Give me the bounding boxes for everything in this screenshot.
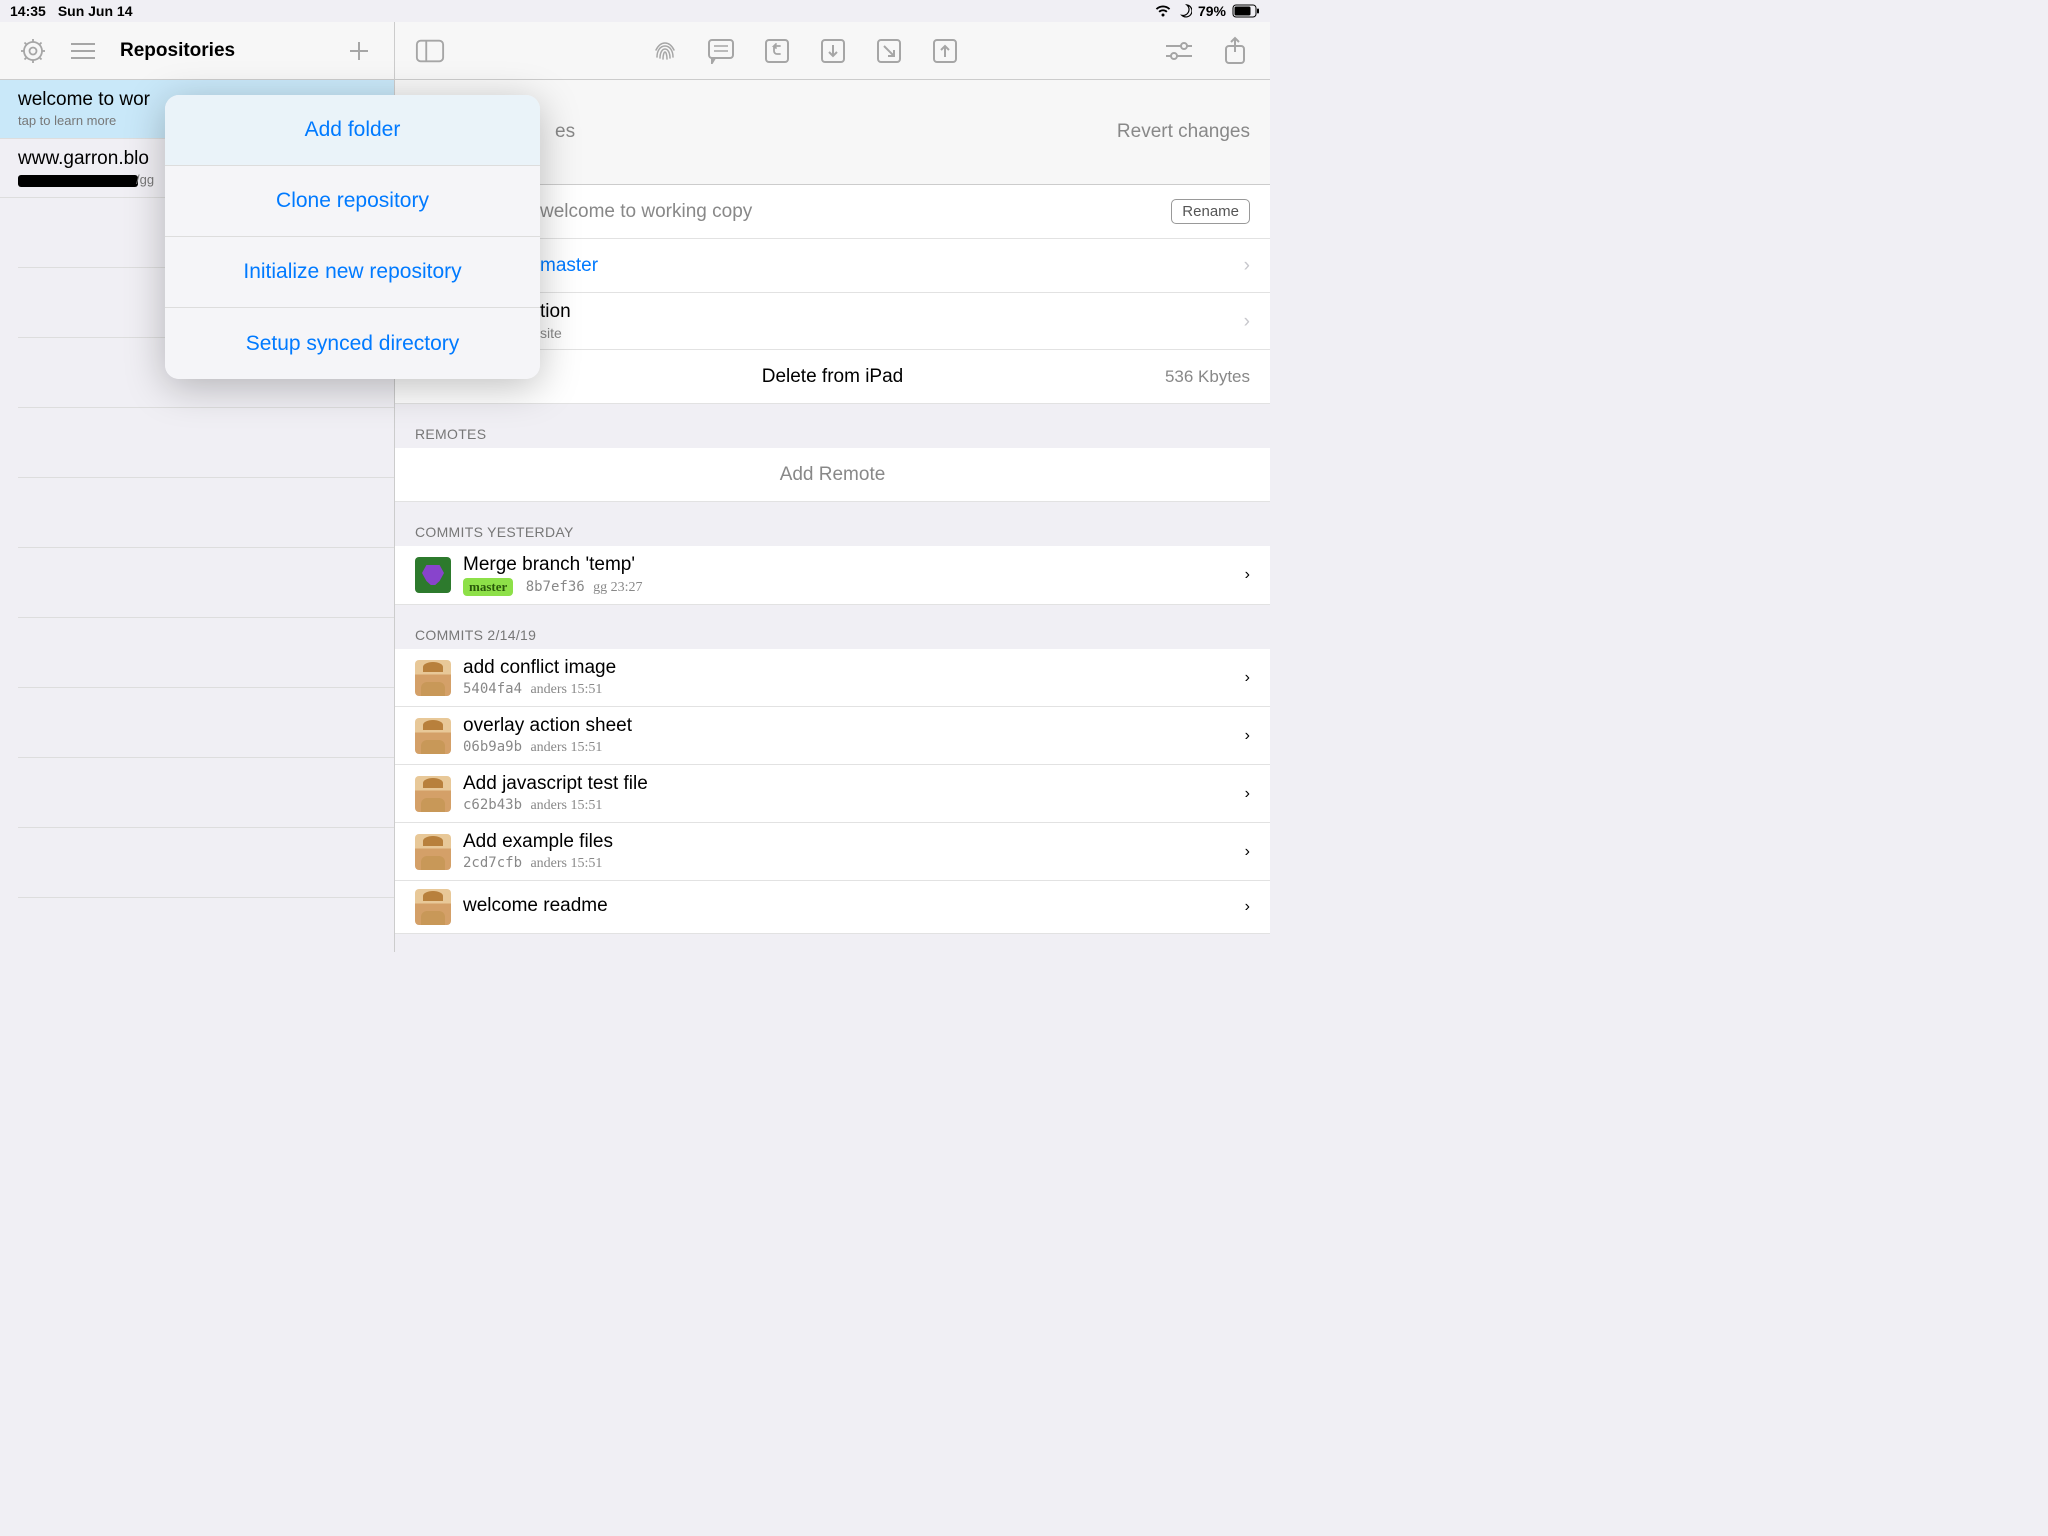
chevron-right-icon: › <box>1245 566 1250 584</box>
commit-meta: 5404fa4 anders 15:51 <box>463 681 1245 698</box>
chevron-right-icon: › <box>1245 843 1250 861</box>
comment-icon[interactable] <box>706 36 736 66</box>
avatar <box>415 889 451 925</box>
pull-icon[interactable] <box>874 36 904 66</box>
commit-title: welcome readme <box>463 895 1245 917</box>
moon-icon <box>1178 4 1192 18</box>
battery-icon <box>1232 4 1260 18</box>
commit-meta: 2cd7cfb anders 15:51 <box>463 855 1245 872</box>
status-date: Sun Jun 14 <box>58 3 133 19</box>
commits-date-header: COMMITS 2/14/19 <box>395 605 1270 649</box>
commit-title: Add example files <box>463 831 1245 853</box>
chevron-right-icon: › <box>1245 727 1250 745</box>
commit-row[interactable]: overlay action sheet 06b9a9b anders 15:5… <box>395 707 1270 765</box>
commit-title: add conflict image <box>463 657 1245 679</box>
add-remote-row[interactable]: Add Remote <box>395 448 1270 502</box>
add-popover: Add folder Clone repository Initialize n… <box>165 95 540 379</box>
avatar <box>415 718 451 754</box>
add-icon[interactable] <box>344 36 374 66</box>
upload-icon[interactable] <box>930 36 960 66</box>
wifi-icon <box>1154 4 1172 18</box>
status-time: 14:35 <box>10 3 46 19</box>
branch-badge: master <box>463 578 513 596</box>
commit-meta: c62b43b anders 15:51 <box>463 797 1245 814</box>
panel-icon[interactable] <box>415 36 445 66</box>
share-icon[interactable] <box>1220 36 1250 66</box>
settings-icon[interactable] <box>18 36 48 66</box>
menu-icon[interactable] <box>68 36 98 66</box>
redacted <box>18 175 138 187</box>
commit-row[interactable]: welcome readme › <box>395 881 1270 934</box>
repo-size: 536 Kbytes <box>1165 367 1250 387</box>
popover-setup-synced-directory[interactable]: Setup synced directory <box>165 308 540 379</box>
sliders-icon[interactable] <box>1164 36 1194 66</box>
chevron-right-icon: › <box>1244 311 1250 333</box>
commit-title: Merge branch 'temp' <box>463 554 1245 576</box>
toolbar: Repositories <box>0 22 1270 80</box>
rename-button[interactable]: Rename <box>1171 199 1250 224</box>
chevron-right-icon: › <box>1245 785 1250 803</box>
commit-row[interactable]: Add example files 2cd7cfb anders 15:51 › <box>395 823 1270 881</box>
config-sub: site <box>540 325 1250 341</box>
commit-title: Add javascript test file <box>463 773 1245 795</box>
popover-add-folder[interactable]: Add folder <box>165 95 540 166</box>
remotes-header: REMOTES <box>395 404 1270 448</box>
popover-initialize-new-repository[interactable]: Initialize new repository <box>165 237 540 308</box>
chevron-right-icon: › <box>1244 255 1250 277</box>
commit-row[interactable]: Merge branch 'temp' master 8b7ef36 gg 23… <box>395 546 1270 605</box>
fingerprint-icon[interactable] <box>650 36 680 66</box>
commits-yesterday-header: COMMITS YESTERDAY <box>395 502 1270 546</box>
config-label: tion <box>540 301 1250 323</box>
chevron-right-icon: › <box>1245 898 1250 916</box>
chevron-right-icon: › <box>1245 669 1250 687</box>
status-bar: 14:35 Sun Jun 14 79% <box>0 0 1270 22</box>
popover-clone-repository[interactable]: Clone repository <box>165 166 540 237</box>
toolbar-right <box>395 22 1270 79</box>
avatar <box>415 776 451 812</box>
avatar <box>415 834 451 870</box>
commit-meta: master 8b7ef36 gg 23:27 <box>463 578 1245 596</box>
toolbar-left: Repositories <box>0 22 395 79</box>
commit-row[interactable]: add conflict image 5404fa4 anders 15:51 … <box>395 649 1270 707</box>
revert-changes-button[interactable]: Revert changes <box>1117 121 1250 143</box>
commit-title: overlay action sheet <box>463 715 1245 737</box>
commit-meta: 06b9a9b anders 15:51 <box>463 739 1245 756</box>
battery-percent: 79% <box>1198 3 1226 19</box>
avatar <box>415 660 451 696</box>
commit-row[interactable]: Add javascript test file c62b43b anders … <box>395 765 1270 823</box>
sidebar-title: Repositories <box>120 40 235 62</box>
add-remote-label: Add Remote <box>780 464 886 486</box>
delete-label: Delete from iPad <box>762 366 904 388</box>
download-icon[interactable] <box>818 36 848 66</box>
avatar <box>415 557 451 593</box>
undo-icon[interactable] <box>762 36 792 66</box>
